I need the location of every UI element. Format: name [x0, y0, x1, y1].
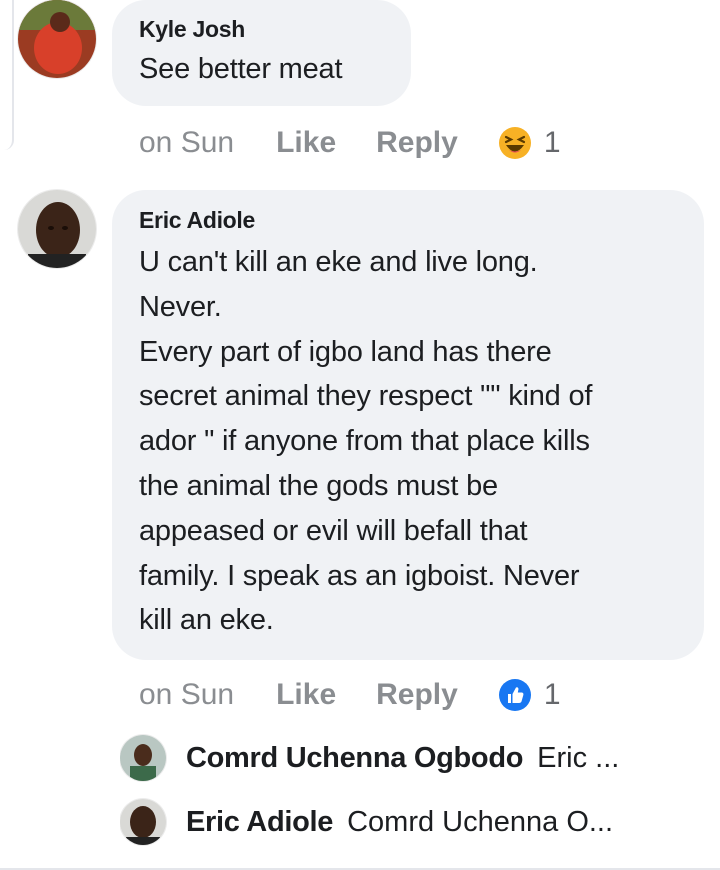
comment-actions: on Sun Like Reply 1	[139, 675, 561, 715]
reply-author[interactable]: Eric Adiole	[186, 806, 333, 839]
comment-text-line: ador " if anyone from that place kills	[139, 425, 590, 458]
comment-actions: on Sun Like Reply 1	[139, 123, 561, 163]
comment-text-line: U can't kill an eke and live long.	[139, 246, 538, 278]
comment-text-line: family. I speak as an igboist. Never	[139, 559, 580, 592]
reply-preview-row[interactable]: Eric Adiole Comrd Uchenna O...	[120, 798, 680, 846]
comment-timestamp[interactable]: on Sun	[139, 126, 234, 160]
comment-text-line: Never.	[139, 290, 222, 323]
comment-text-line: appeased or evil will befall that	[139, 514, 528, 547]
thread-connector-line	[0, 0, 14, 150]
reply-button[interactable]: Reply	[376, 126, 458, 160]
thumbs-up-icon[interactable]	[498, 678, 532, 712]
comment-timestamp[interactable]: on Sun	[139, 678, 234, 712]
avatar-eric-adiole-image	[18, 190, 96, 268]
avatar[interactable]	[120, 799, 166, 845]
comment-text-line: the animal the gods must be	[139, 469, 498, 502]
like-button[interactable]: Like	[276, 678, 336, 712]
avatar[interactable]	[120, 735, 166, 781]
like-button[interactable]: Like	[276, 126, 336, 160]
reply-button[interactable]: Reply	[376, 678, 458, 712]
comment-text: U can't kill an eke and live long. Never…	[139, 240, 689, 643]
comment-text: See better meat	[139, 53, 343, 85]
avatar-comrd-uchenna-image	[120, 735, 166, 781]
reply-preview-text[interactable]: Comrd Uchenna O...	[347, 806, 680, 839]
reply-preview-row[interactable]: Comrd Uchenna Ogbodo Eric ...	[120, 734, 680, 782]
avatar-eric-adiole-image	[120, 799, 166, 845]
comment-text-line: Every part of igbo land has there	[139, 335, 552, 368]
comment-author[interactable]: Kyle Josh	[139, 16, 245, 43]
reaction-count[interactable]: 1	[544, 126, 561, 160]
comment-text-line: secret animal they respect "" kind of	[139, 380, 593, 413]
comment-text-line: kill an eke.	[139, 604, 274, 637]
reply-preview-text[interactable]: Eric ...	[537, 742, 680, 775]
reply-author[interactable]: Comrd Uchenna Ogbodo	[186, 742, 523, 775]
laughing-emoji-icon[interactable]	[498, 126, 532, 160]
avatar[interactable]	[18, 0, 96, 78]
avatar[interactable]	[18, 190, 96, 268]
comment-author[interactable]: Eric Adiole	[139, 207, 255, 234]
avatar-kyle-josh-image	[18, 0, 96, 78]
reaction-count[interactable]: 1	[544, 678, 561, 712]
